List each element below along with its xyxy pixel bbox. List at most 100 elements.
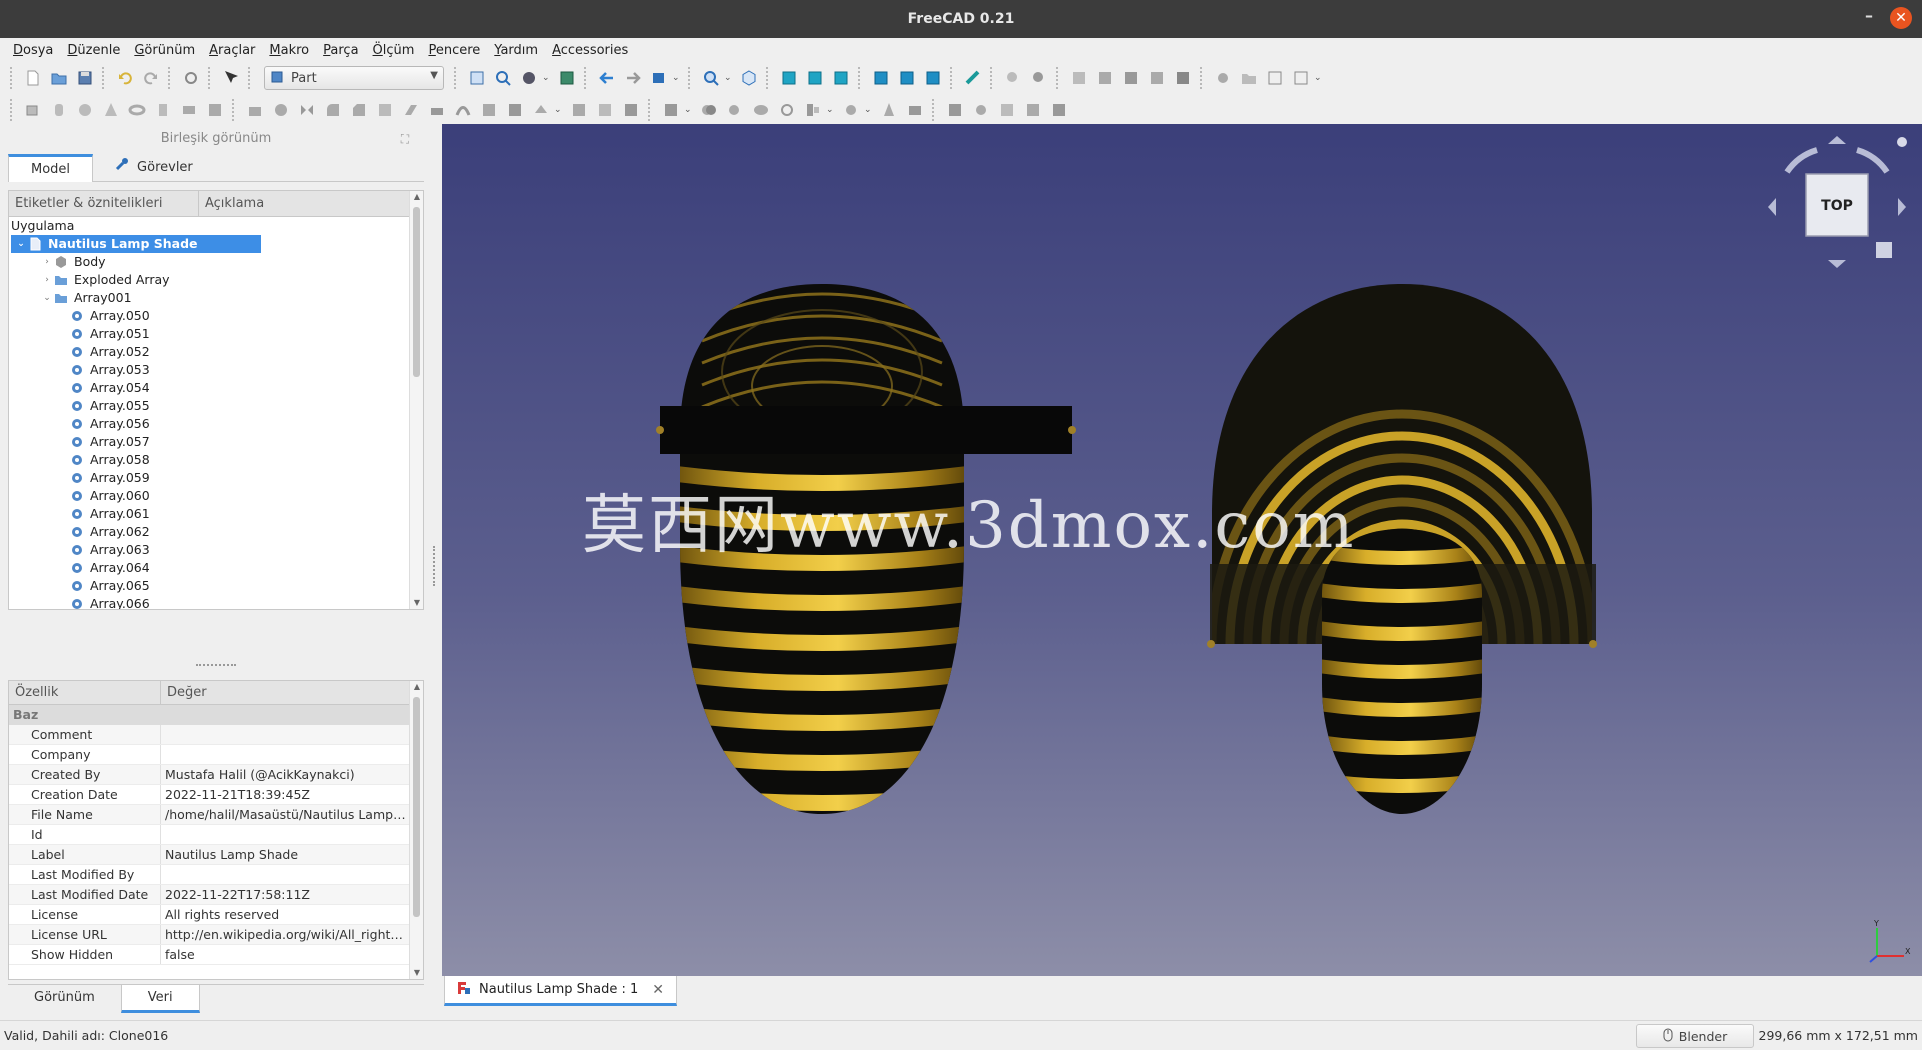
navigation-style-button[interactable]: Blender bbox=[1636, 1024, 1754, 1048]
fillet-icon[interactable] bbox=[322, 99, 344, 121]
tree-item-array[interactable]: Array.060 bbox=[9, 487, 409, 505]
tube-icon[interactable] bbox=[152, 99, 174, 121]
property-group[interactable]: Baz bbox=[9, 705, 409, 725]
tree-item-array[interactable]: Array.066 bbox=[9, 595, 409, 609]
property-value[interactable]: 2022-11-21T18:39:45Z bbox=[161, 785, 409, 804]
torus-icon[interactable] bbox=[126, 99, 148, 121]
tree-item-array[interactable]: Array.062 bbox=[9, 523, 409, 541]
tab-tasks[interactable]: Görevler bbox=[93, 154, 215, 182]
tree-item-array[interactable]: Array.055 bbox=[9, 397, 409, 415]
tree-col-labels[interactable]: Etiketler & öznitelikleri bbox=[9, 191, 199, 216]
property-row[interactable]: File Name/home/halil/Masaüstü/Nautilus L… bbox=[9, 805, 409, 825]
tree-item-array001[interactable]: ⌄ Array001 bbox=[9, 289, 409, 307]
property-row[interactable]: Company bbox=[9, 745, 409, 765]
tree-item-document[interactable]: ⌄ Nautilus Lamp Shade bbox=[9, 235, 409, 253]
menu-window[interactable]: Pencere bbox=[421, 43, 487, 58]
new-file-icon[interactable] bbox=[22, 67, 44, 89]
boolean-icon[interactable] bbox=[698, 99, 720, 121]
tree-col-description[interactable]: Açıklama bbox=[199, 191, 270, 216]
toolbar-grip[interactable] bbox=[688, 67, 694, 89]
property-row[interactable]: Last Modified By bbox=[9, 865, 409, 885]
tree-item-exploded-array[interactable]: › Exploded Array bbox=[9, 271, 409, 289]
shape-builder-icon[interactable] bbox=[204, 99, 226, 121]
edit-icon[interactable] bbox=[1290, 67, 1312, 89]
std-views-icon[interactable] bbox=[648, 67, 670, 89]
attachment-icon[interactable] bbox=[944, 99, 966, 121]
property-value[interactable]: All rights reserved bbox=[161, 905, 409, 924]
menu-file[interactable]: Dosya bbox=[6, 43, 60, 58]
make-face-icon[interactable] bbox=[374, 99, 396, 121]
toolbar-grip[interactable] bbox=[932, 99, 938, 121]
color-per-face-icon[interactable] bbox=[620, 99, 642, 121]
menu-macro[interactable]: Makro bbox=[262, 43, 316, 58]
tab-data[interactable]: Veri bbox=[120, 985, 200, 1013]
toolbar-grip[interactable] bbox=[858, 67, 864, 89]
property-value[interactable]: Mustafa Halil (@AcikKaynakci) bbox=[161, 765, 409, 784]
chevron-right-icon[interactable]: › bbox=[41, 253, 53, 271]
tree-item-body[interactable]: › Body bbox=[9, 253, 409, 271]
selection-filter-icon[interactable] bbox=[1028, 67, 1050, 89]
property-value[interactable] bbox=[161, 745, 409, 764]
bounding-box-icon[interactable] bbox=[556, 67, 578, 89]
select-icon[interactable] bbox=[1068, 67, 1090, 89]
property-row[interactable]: Show Hidden false bbox=[9, 945, 409, 965]
projection-icon[interactable] bbox=[594, 99, 616, 121]
clipping-icon[interactable] bbox=[1002, 67, 1024, 89]
sweep-icon[interactable] bbox=[452, 99, 474, 121]
toolbar-grip[interactable] bbox=[10, 67, 16, 89]
property-row[interactable]: Creation Date 2022-11-21T18:39:45Z bbox=[9, 785, 409, 805]
fit-selection-icon[interactable] bbox=[492, 67, 514, 89]
compound-tools-icon[interactable] bbox=[660, 99, 682, 121]
tab-view[interactable]: Görünüm bbox=[8, 985, 121, 1013]
menu-view[interactable]: Görünüm bbox=[127, 43, 202, 58]
cone-icon[interactable] bbox=[100, 99, 122, 121]
tree-item-array[interactable]: Array.064 bbox=[9, 559, 409, 577]
property-scrollbar[interactable]: ▲ ▼ bbox=[409, 681, 423, 979]
property-value[interactable]: http://en.wikipedia.org/wiki/All_rights_… bbox=[161, 925, 409, 944]
import-shape-icon[interactable] bbox=[1022, 99, 1044, 121]
revolve-icon[interactable] bbox=[270, 99, 292, 121]
chevron-down-icon[interactable]: ⌄ bbox=[826, 105, 836, 115]
toolbar-grip[interactable] bbox=[10, 99, 16, 121]
tree-item-array[interactable]: Array.050 bbox=[9, 307, 409, 325]
select-edges-icon[interactable] bbox=[1172, 67, 1194, 89]
split-icon[interactable] bbox=[840, 99, 862, 121]
property-row[interactable]: License All rights reserved bbox=[9, 905, 409, 925]
cylinder-icon[interactable] bbox=[48, 99, 70, 121]
parts-library-icon[interactable] bbox=[970, 99, 992, 121]
whats-this-icon[interactable] bbox=[220, 67, 242, 89]
tab-document[interactable]: Nautilus Lamp Shade : 1 ✕ bbox=[444, 976, 678, 1006]
export-shape-icon[interactable] bbox=[996, 99, 1018, 121]
property-row[interactable]: Last Modified Date 2022-11-22T17:58:11Z bbox=[9, 885, 409, 905]
measure-icon[interactable] bbox=[962, 67, 984, 89]
property-value[interactable]: false bbox=[161, 945, 409, 964]
tree-item-array[interactable]: Array.058 bbox=[9, 451, 409, 469]
toolbar-grip[interactable] bbox=[454, 67, 460, 89]
tab-model[interactable]: Model bbox=[8, 154, 94, 182]
close-icon[interactable]: ✕ bbox=[1890, 7, 1912, 29]
refresh-icon[interactable] bbox=[180, 67, 202, 89]
undo-icon[interactable] bbox=[114, 67, 136, 89]
common-icon[interactable] bbox=[776, 99, 798, 121]
scroll-down-icon[interactable]: ▼ bbox=[410, 597, 423, 609]
scrollbar-thumb[interactable] bbox=[413, 207, 420, 377]
create-copy-icon[interactable] bbox=[1048, 99, 1070, 121]
toolbar-grip[interactable] bbox=[990, 67, 996, 89]
left-view-icon[interactable] bbox=[922, 67, 944, 89]
box-icon[interactable] bbox=[22, 99, 44, 121]
section-icon[interactable] bbox=[478, 99, 500, 121]
splitter-handle[interactable] bbox=[196, 664, 236, 668]
chevron-right-icon[interactable]: › bbox=[41, 271, 53, 289]
workbench-selector[interactable]: Part ▼ bbox=[264, 66, 444, 90]
chevron-down-icon[interactable]: ⌄ bbox=[672, 73, 682, 83]
chevron-down-icon[interactable]: ⌄ bbox=[1314, 73, 1324, 83]
macro-record-icon[interactable] bbox=[1212, 67, 1234, 89]
menu-tools[interactable]: Araçlar bbox=[202, 43, 262, 58]
tree-item-array[interactable]: Array.056 bbox=[9, 415, 409, 433]
menu-accessories[interactable]: Accessories bbox=[545, 43, 635, 58]
export-icon[interactable] bbox=[1264, 67, 1286, 89]
chevron-down-icon[interactable]: ⌄ bbox=[41, 289, 53, 307]
loft-icon[interactable] bbox=[426, 99, 448, 121]
fuse-icon[interactable] bbox=[750, 99, 772, 121]
minimize-icon[interactable]: – bbox=[1862, 8, 1876, 25]
